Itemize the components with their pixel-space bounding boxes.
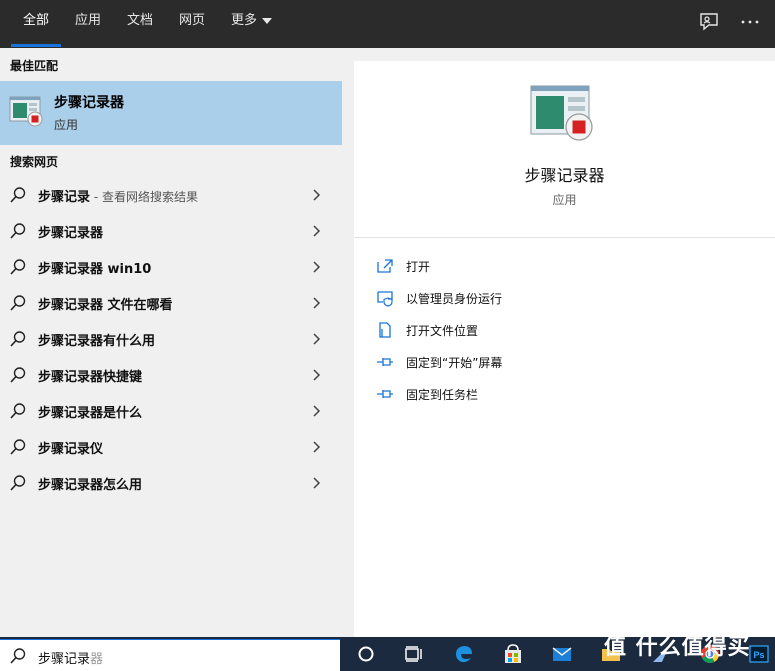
store-icon[interactable] [502,643,524,665]
web-result-item[interactable]: 步骤记录 - 查看网络搜索结果 [0,177,342,213]
results-pane: 最佳匹配 步骤记录器 应用 搜索网页 步骤记录 - 查看网络搜索结果 步骤记录器步… [0,48,342,637]
ellipsis-icon[interactable] [738,10,762,34]
web-result-item[interactable]: 步骤记录仪 [0,429,342,465]
magnifier-icon [10,223,26,239]
web-result-item[interactable]: 步骤记录器是什么 [0,393,342,429]
web-result-text: 步骤记录器有什么用 [38,330,155,349]
web-result-suffix: - 查看网络搜索结果 [90,190,198,204]
divider [354,237,775,238]
steps-recorder-icon [9,96,43,127]
best-match-item[interactable]: 步骤记录器 应用 [0,81,342,145]
tab-all[interactable]: 全部 [23,0,49,48]
action-open-location-label: 打开文件位置 [406,324,479,338]
pin-icon [377,390,393,398]
web-result-text: 步骤记录器是什么 [38,402,142,421]
edge-icon[interactable] [453,643,475,665]
tab-web[interactable]: 网页 [179,0,205,48]
chevron-right-icon[interactable] [311,476,321,490]
cortana-icon[interactable] [355,643,377,665]
web-search-heading: 搜索网页 [10,155,59,169]
active-tab-indicator [11,44,61,47]
search-filter-bar: 全部 应用 文档 网页 更多 [0,0,775,48]
action-run-as-admin[interactable]: 以管理员身份运行 [354,284,775,312]
action-pin-start-label: 固定到“开始”屏幕 [406,356,503,370]
magnifier-icon [10,475,26,491]
web-result-query: 步骤记录器有什么用 [38,334,156,349]
chevron-right-icon[interactable] [311,296,321,310]
chevron-right-icon[interactable] [311,188,321,202]
action-pin-taskbar-label: 固定到任务栏 [406,388,479,402]
search-typed-text: 步骤记录 [38,652,91,667]
search-input[interactable]: 步骤记录器 [0,639,340,671]
magnifier-icon [10,259,26,275]
web-result-text: 步骤记录器快捷键 [38,366,142,385]
web-result-text: 步骤记录 - 查看网络搜索结果 [38,186,198,205]
tab-more-label: 更多 [231,13,258,28]
tab-more[interactable]: 更多 [231,0,273,48]
web-result-item[interactable]: 步骤记录器快捷键 [0,357,342,393]
app-type: 应用 [552,193,577,207]
web-result-query: 步骤记录器 [38,226,104,241]
pin-icon [377,358,393,366]
app-preview-pane: 步骤记录器 应用 打开 以管理员身份运行 打开文件位置 固定到“开始”屏幕 固定… [354,61,775,637]
svg-text:Ps: Ps [753,650,764,660]
action-open-location[interactable]: 打开文件位置 [354,316,775,344]
web-result-query: 步骤记录 [38,190,91,205]
mail-icon[interactable] [551,643,573,665]
action-pin-taskbar[interactable]: 固定到任务栏 [354,380,775,408]
magnifier-icon [10,403,26,419]
web-result-text: 步骤记录器 win10 [38,258,151,277]
search-query: 步骤记录器 [38,648,103,667]
action-run-as-admin-label: 以管理员身份运行 [406,292,503,306]
web-result-item[interactable]: 步骤记录器 [0,213,342,249]
web-result-text: 步骤记录器怎么用 [38,474,142,493]
open-icon [377,259,393,273]
web-result-text: 步骤记录器 [38,222,103,241]
action-open[interactable]: 打开 [354,252,775,280]
search-autocomplete-text: 器 [90,652,104,667]
magnifier-icon [10,187,26,203]
web-result-text: 步骤记录仪 [38,438,103,457]
web-result-query: 步骤记录器怎么用 [38,478,143,493]
photoshop-icon[interactable]: Ps [748,643,770,665]
chevron-down-icon [262,17,273,24]
web-result-query: 步骤记录器快捷键 [38,370,143,385]
magnifier-icon [10,439,26,455]
action-pin-start[interactable]: 固定到“开始”屏幕 [354,348,775,376]
web-result-query: 步骤记录器是什么 [38,406,143,421]
magnifier-icon [10,367,26,383]
web-result-item[interactable]: 步骤记录器有什么用 [0,321,342,357]
web-result-query: 步骤记录仪 [38,442,104,457]
watermark: 值 什么值得买 [604,635,751,660]
magnifier-icon [10,295,26,311]
chevron-right-icon[interactable] [311,260,321,274]
magnifier-icon [10,648,26,664]
chevron-right-icon[interactable] [311,368,321,382]
action-open-label: 打开 [406,260,431,274]
web-result-item[interactable]: 步骤记录器 win10 [0,249,342,285]
web-result-query: 步骤记录器 文件在哪看 [38,298,173,313]
tab-documents[interactable]: 文档 [127,0,153,48]
best-match-name: 步骤记录器 [54,95,124,111]
magnifier-icon [10,331,26,347]
web-result-text: 步骤记录器 文件在哪看 [38,294,173,313]
tab-apps[interactable]: 应用 [75,0,101,48]
shield-icon [377,291,393,307]
chevron-right-icon[interactable] [311,332,321,346]
file-location-icon [379,322,391,338]
best-match-heading: 最佳匹配 [10,59,59,73]
chevron-right-icon[interactable] [311,404,321,418]
chevron-right-icon[interactable] [311,440,321,454]
task-view-icon[interactable] [403,643,425,665]
web-result-item[interactable]: 步骤记录器怎么用 [0,465,342,501]
steps-recorder-large-icon [530,85,593,141]
web-result-item[interactable]: 步骤记录器 文件在哪看 [0,285,342,321]
app-name: 步骤记录器 [524,166,605,185]
feedback-icon[interactable] [697,10,721,34]
best-match-type: 应用 [54,118,79,132]
web-result-query: 步骤记录器 win10 [38,262,152,277]
chevron-right-icon[interactable] [311,224,321,238]
